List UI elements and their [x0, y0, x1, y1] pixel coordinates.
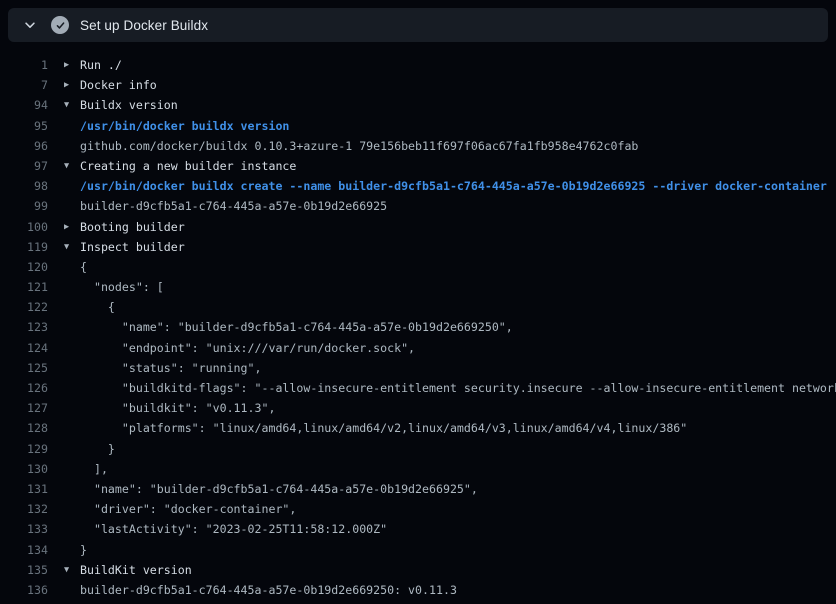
log-line: 129 } [0, 439, 836, 459]
line-number[interactable]: 133 [0, 519, 48, 539]
output-text: github.com/docker/buildx 0.10.3+azure-1 … [80, 136, 638, 156]
line-number[interactable]: 127 [0, 398, 48, 418]
group-title[interactable]: BuildKit version [80, 560, 192, 580]
line-number[interactable]: 136 [0, 580, 48, 600]
line-number[interactable]: 1 [0, 55, 48, 75]
group-title[interactable]: Docker info [80, 75, 157, 95]
line-number[interactable]: 122 [0, 297, 48, 317]
chevron-down-icon[interactable] [22, 17, 38, 33]
chevron-down-icon[interactable]: ▼ [64, 95, 80, 115]
log-line: 96 github.com/docker/buildx 0.10.3+azure… [0, 136, 836, 156]
output-text: "nodes": [ [80, 277, 164, 297]
line-number[interactable]: 95 [0, 116, 48, 136]
output-text: ], [80, 459, 108, 479]
log-line: 119 ▼ Inspect builder [0, 237, 836, 257]
log-line: 128 "platforms": "linux/amd64,linux/amd6… [0, 418, 836, 438]
group-title[interactable]: Inspect builder [80, 237, 185, 257]
log-line: 94 ▼ Buildx version [0, 95, 836, 115]
group-title[interactable]: Creating a new builder instance [80, 156, 296, 176]
chevron-right-icon[interactable]: ▶ [64, 55, 80, 75]
line-number[interactable]: 129 [0, 439, 48, 459]
step-title: Set up Docker Buildx [80, 18, 208, 33]
output-text: "lastActivity": "2023-02-25T11:58:12.000… [80, 519, 387, 539]
check-circle-icon [51, 16, 69, 34]
output-text: } [80, 540, 87, 560]
line-number[interactable]: 128 [0, 418, 48, 438]
output-text: "platforms": "linux/amd64,linux/amd64/v2… [80, 418, 687, 438]
line-number[interactable]: 97 [0, 156, 48, 176]
log-line: 134 } [0, 540, 836, 560]
group-title[interactable]: Buildx version [80, 95, 178, 115]
output-text: "endpoint": "unix:///var/run/docker.sock… [80, 338, 415, 358]
group-title[interactable]: Booting builder [80, 217, 185, 237]
output-text: } [80, 439, 115, 459]
log-line: 125 "status": "running", [0, 358, 836, 378]
line-number[interactable]: 135 [0, 560, 48, 580]
chevron-right-icon[interactable]: ▶ [64, 217, 80, 237]
log-line: 132 "driver": "docker-container", [0, 499, 836, 519]
log-line: 97 ▼ Creating a new builder instance [0, 156, 836, 176]
log-line: 95 /usr/bin/docker buildx version [0, 116, 836, 136]
line-number[interactable]: 134 [0, 540, 48, 560]
log-line: 120 { [0, 257, 836, 277]
output-text: "driver": "docker-container", [80, 499, 296, 519]
line-number[interactable]: 94 [0, 95, 48, 115]
line-number[interactable]: 126 [0, 378, 48, 398]
log-line: 100 ▶ Booting builder [0, 217, 836, 237]
output-text: "status": "running", [80, 358, 261, 378]
output-text: "name": "builder-d9cfb5a1-c764-445a-a57e… [80, 317, 513, 337]
log-line: 126 "buildkitd-flags": "--allow-insecure… [0, 378, 836, 398]
log-line: 136 builder-d9cfb5a1-c764-445a-a57e-0b19… [0, 580, 836, 600]
log-line: 7 ▶ Docker info [0, 75, 836, 95]
line-number[interactable]: 99 [0, 196, 48, 216]
line-number[interactable]: 124 [0, 338, 48, 358]
step-header[interactable]: Set up Docker Buildx [8, 8, 828, 42]
line-number[interactable]: 132 [0, 499, 48, 519]
command-text: /usr/bin/docker buildx create --name bui… [80, 176, 827, 196]
command-text: /usr/bin/docker buildx version [80, 116, 289, 136]
log-line: 122 { [0, 297, 836, 317]
chevron-down-icon[interactable]: ▼ [64, 237, 80, 257]
log-line: 1 ▶ Run ./ [0, 55, 836, 75]
group-title[interactable]: Run ./ [80, 55, 122, 75]
line-number[interactable]: 100 [0, 217, 48, 237]
line-number[interactable]: 125 [0, 358, 48, 378]
line-number[interactable]: 130 [0, 459, 48, 479]
output-text: "buildkitd-flags": "--allow-insecure-ent… [80, 378, 836, 398]
chevron-down-icon[interactable]: ▼ [64, 156, 80, 176]
log-line: 99 builder-d9cfb5a1-c764-445a-a57e-0b19d… [0, 196, 836, 216]
log-line: 130 ], [0, 459, 836, 479]
output-text: builder-d9cfb5a1-c764-445a-a57e-0b19d2e6… [80, 580, 457, 600]
chevron-down-icon[interactable]: ▼ [64, 560, 80, 580]
log-line: 121 "nodes": [ [0, 277, 836, 297]
log-line: 133 "lastActivity": "2023-02-25T11:58:12… [0, 519, 836, 539]
line-number[interactable]: 7 [0, 75, 48, 95]
line-number[interactable]: 121 [0, 277, 48, 297]
log-viewer: 1 ▶ Run ./ 7 ▶ Docker info 94 ▼ Buildx v… [0, 55, 836, 600]
log-line: 135 ▼ BuildKit version [0, 560, 836, 580]
output-text: "name": "builder-d9cfb5a1-c764-445a-a57e… [80, 479, 478, 499]
line-number[interactable]: 131 [0, 479, 48, 499]
chevron-right-icon[interactable]: ▶ [64, 75, 80, 95]
output-text: { [80, 257, 87, 277]
line-number[interactable]: 98 [0, 176, 48, 196]
line-number[interactable]: 120 [0, 257, 48, 277]
log-line: 123 "name": "builder-d9cfb5a1-c764-445a-… [0, 317, 836, 337]
log-line: 98 /usr/bin/docker buildx create --name … [0, 176, 836, 196]
output-text: { [80, 297, 115, 317]
log-line: 127 "buildkit": "v0.11.3", [0, 398, 836, 418]
log-line: 131 "name": "builder-d9cfb5a1-c764-445a-… [0, 479, 836, 499]
line-number[interactable]: 123 [0, 317, 48, 337]
output-text: builder-d9cfb5a1-c764-445a-a57e-0b19d2e6… [80, 196, 387, 216]
log-line: 124 "endpoint": "unix:///var/run/docker.… [0, 338, 836, 358]
output-text: "buildkit": "v0.11.3", [80, 398, 275, 418]
line-number[interactable]: 96 [0, 136, 48, 156]
line-number[interactable]: 119 [0, 237, 48, 257]
